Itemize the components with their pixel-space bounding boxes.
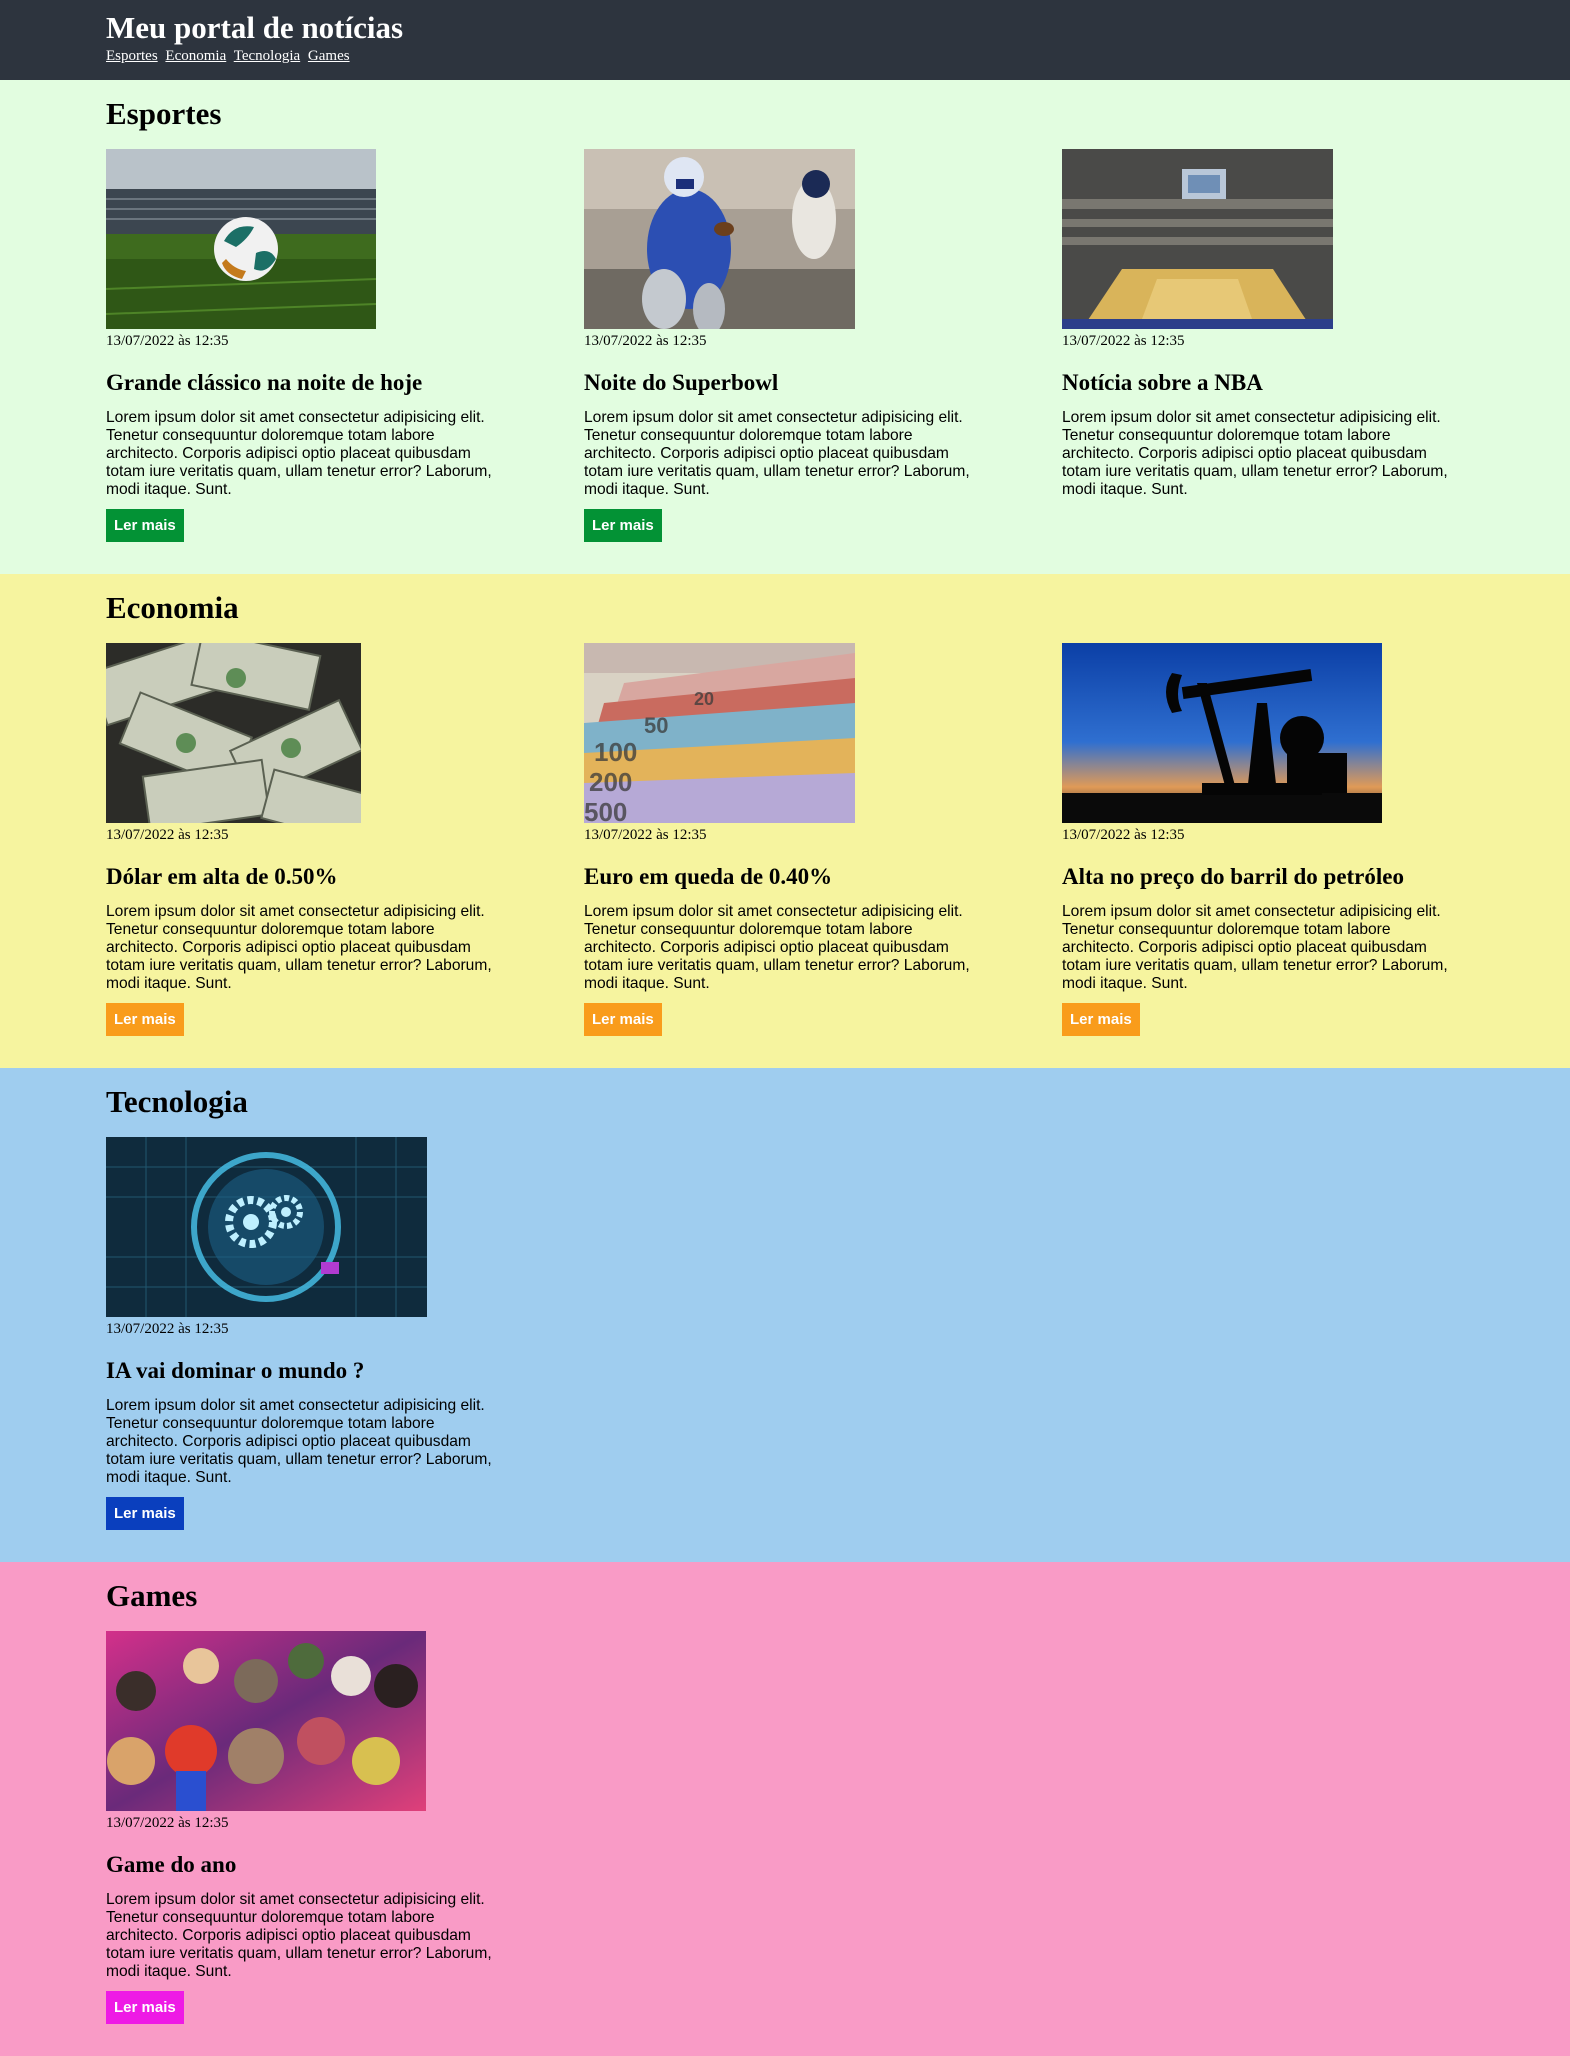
svg-text:200: 200 — [589, 767, 632, 797]
news-card: 13/07/2022 às 12:35 Noite do Superbowl L… — [584, 149, 984, 542]
ai-gears-circuit-image — [106, 1137, 427, 1317]
nav-link-esportes[interactable]: Esportes — [106, 48, 158, 64]
news-card: 13/07/2022 às 12:35 Grande clássico na n… — [106, 149, 506, 542]
site-header: Meu portal de notícias Esportes Economia… — [0, 0, 1570, 80]
read-more-button[interactable]: Ler mais — [106, 509, 184, 542]
news-card: 13/07/2022 às 12:35 Dólar em alta de 0.5… — [106, 643, 506, 1036]
news-date: 13/07/2022 às 12:35 — [1062, 827, 1185, 843]
news-summary: Lorem ipsum dolor sit amet consectetur a… — [1062, 409, 1448, 498]
oil-pump-sunset-image — [1062, 643, 1382, 823]
news-date: 13/07/2022 às 12:35 — [584, 827, 707, 843]
read-more-button[interactable]: Ler mais — [106, 1991, 184, 2024]
site-title: Meu portal de notícias — [106, 10, 404, 45]
news-title: Dólar em alta de 0.50% — [106, 864, 338, 889]
read-more-button[interactable]: Ler mais — [584, 509, 662, 542]
news-summary: Lorem ipsum dolor sit amet consectetur a… — [584, 903, 970, 992]
news-date: 13/07/2022 às 12:35 — [584, 333, 707, 349]
section-title: Tecnologia — [106, 1084, 248, 1119]
section-games: Games 13/07/2022 às 12:35 Game do ano Lo… — [0, 1562, 1570, 2056]
news-summary: Lorem ipsum dolor sit amet consectetur a… — [106, 1397, 492, 1486]
basketball-arena-image — [1062, 149, 1333, 329]
main-nav: Esportes Economia Tecnologia Games — [106, 47, 403, 65]
news-date: 13/07/2022 às 12:35 — [106, 827, 229, 843]
news-card: 13/07/2022 às 12:35 Notícia sobre a NBA … — [1062, 149, 1462, 499]
news-title: Noite do Superbowl — [584, 370, 779, 395]
read-more-button[interactable]: Ler mais — [106, 1003, 184, 1036]
american-football-player-image — [584, 149, 855, 329]
soccer-ball-stadium-image — [106, 149, 376, 329]
read-more-button[interactable]: Ler mais — [584, 1003, 662, 1036]
svg-text:20: 20 — [694, 689, 714, 709]
read-more-button[interactable]: Ler mais — [1062, 1003, 1140, 1036]
news-date: 13/07/2022 às 12:35 — [106, 1321, 229, 1337]
news-card: 13/07/2022 às 12:35 Alta no preço do bar… — [1062, 643, 1462, 1036]
nav-link-tecnologia[interactable]: Tecnologia — [234, 48, 300, 64]
nav-link-games[interactable]: Games — [308, 48, 350, 64]
section-title: Economia — [106, 590, 239, 625]
news-summary: Lorem ipsum dolor sit amet consectetur a… — [106, 409, 492, 498]
news-summary: Lorem ipsum dolor sit amet consectetur a… — [1062, 903, 1448, 992]
svg-text:500: 500 — [584, 797, 627, 823]
news-date: 13/07/2022 às 12:35 — [1062, 333, 1185, 349]
game-characters-collage-image — [106, 1631, 426, 1811]
news-title: Game do ano — [106, 1852, 237, 1877]
news-summary: Lorem ipsum dolor sit amet consectetur a… — [106, 1891, 492, 1980]
section-esportes: Esportes 13/07/2022 às 12:35 Grande clás… — [0, 80, 1570, 574]
euro-banknotes-image: 20 50 100 200 500 — [584, 643, 855, 823]
news-summary: Lorem ipsum dolor sit amet consectetur a… — [584, 409, 970, 498]
dollar-bills-image — [106, 643, 361, 823]
section-tecnologia: Tecnologia 13/07/2022 às 12:35 IA vai do… — [0, 1068, 1570, 1562]
news-title: Alta no preço do barril do petróleo — [1062, 864, 1404, 889]
read-more-button[interactable]: Ler mais — [106, 1497, 184, 1530]
news-card: 13/07/2022 às 12:35 IA vai dominar o mun… — [106, 1137, 506, 1530]
section-title: Esportes — [106, 96, 222, 131]
news-card: 20 50 100 200 500 13/07/2022 às 12:35 Eu… — [584, 643, 984, 1036]
nav-link-economia[interactable]: Economia — [165, 48, 226, 64]
news-title: Euro em queda de 0.40% — [584, 864, 833, 889]
news-card: 13/07/2022 às 12:35 Game do ano Lorem ip… — [106, 1631, 506, 2024]
section-title: Games — [106, 1578, 198, 1613]
news-summary: Lorem ipsum dolor sit amet consectetur a… — [106, 903, 492, 992]
news-title: Notícia sobre a NBA — [1062, 370, 1263, 395]
svg-text:100: 100 — [594, 737, 637, 767]
news-title: IA vai dominar o mundo ? — [106, 1358, 365, 1383]
news-date: 13/07/2022 às 12:35 — [106, 1815, 229, 1831]
news-title: Grande clássico na noite de hoje — [106, 370, 423, 395]
news-date: 13/07/2022 às 12:35 — [106, 333, 229, 349]
svg-text:50: 50 — [644, 713, 668, 738]
section-economia: Economia 13/07/2022 às 12:35 Dólar em al… — [0, 574, 1570, 1068]
